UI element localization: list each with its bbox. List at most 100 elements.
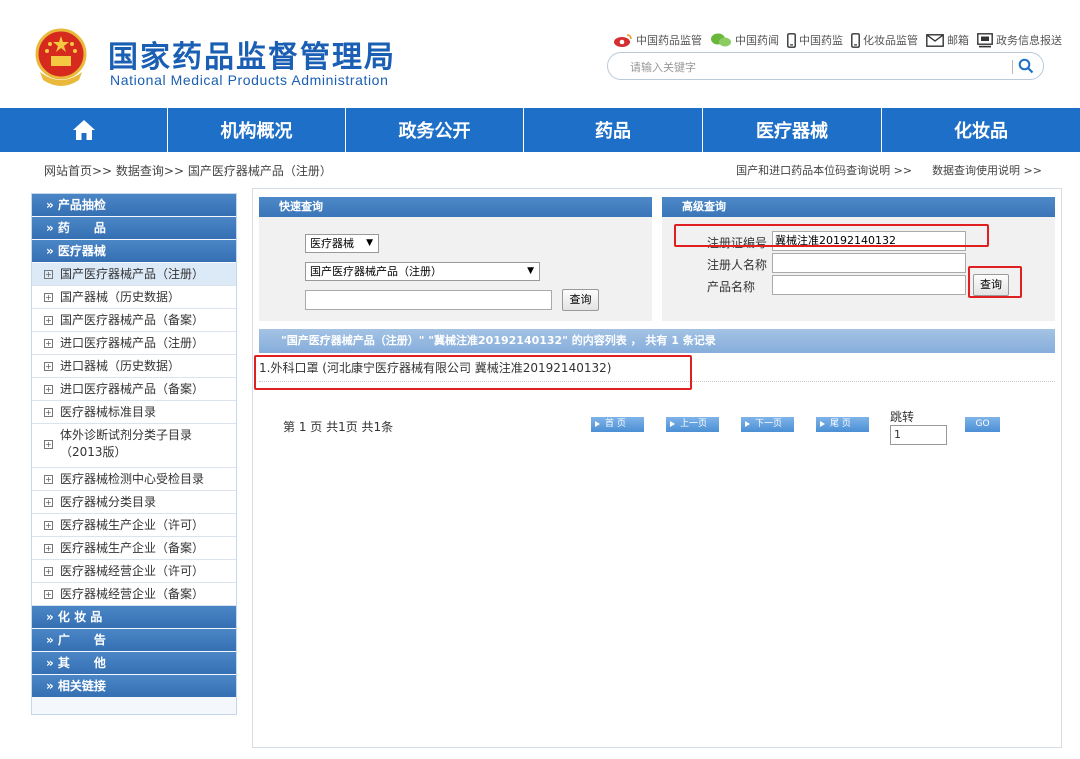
- top-link-mobile-2[interactable]: 化妆品监管: [851, 32, 918, 48]
- home-icon: [72, 120, 95, 140]
- sidebar-item-dist-filed[interactable]: + 医疗器械经营企业（备案）: [32, 583, 236, 606]
- plus-box-icon: +: [44, 567, 53, 576]
- registrant-label: 注册人名称: [707, 258, 768, 272]
- plus-box-icon: +: [44, 270, 53, 279]
- sidebar-item-label: 进口器械（历史数据）: [60, 359, 181, 373]
- category-select[interactable]: 医疗器械 ▼: [305, 234, 379, 253]
- sidebar-item-label: 国产医疗器械产品（注册）: [60, 267, 205, 281]
- highlight-search-button: [968, 266, 1022, 298]
- sidebar-item-label: 进口医疗器械产品（注册）: [60, 336, 205, 350]
- jump-page-input[interactable]: 1: [890, 425, 947, 445]
- site-header: 国家药品监督管理局 National Medical Products Admi…: [0, 0, 1080, 108]
- sidebar-item-domestic-history[interactable]: + 国产器械（历史数据）: [32, 286, 236, 309]
- data-query-help-link[interactable]: 数据查询使用说明 >>: [932, 162, 1042, 178]
- search-divider: [1012, 60, 1013, 74]
- sidebar-item-domestic-registered[interactable]: + 国产医疗器械产品（注册）: [32, 263, 236, 286]
- plus-box-icon: +: [44, 475, 53, 484]
- top-link-weibo[interactable]: 中国药品监管: [613, 32, 702, 48]
- sidebar-cat-links[interactable]: » 相关链接: [32, 675, 236, 697]
- top-link-mobile-1[interactable]: 中国药监: [787, 32, 843, 48]
- ndc-query-help-link[interactable]: 国产和进口药品本位码查询说明 >>: [736, 162, 912, 178]
- sidebar-item-import-history[interactable]: + 进口器械（历史数据）: [32, 355, 236, 378]
- breadcrumb[interactable]: 网站首页>> 数据查询>> 国产医疗器械产品（注册）: [44, 162, 332, 179]
- first-page-button[interactable]: 首 页: [591, 417, 644, 432]
- plus-box-icon: +: [44, 590, 53, 599]
- mail-icon: [926, 33, 944, 47]
- advanced-search-panel: 高级查询 注册证编号 冀械注准20192140132 注册人名称 产品名称 查询: [662, 197, 1055, 321]
- quick-search-input[interactable]: [305, 290, 552, 310]
- nav-item-gov-affairs[interactable]: 政务公开: [346, 108, 524, 152]
- top-link-wechat[interactable]: 中国药闻: [710, 32, 779, 48]
- national-emblem-icon[interactable]: [30, 26, 92, 88]
- site-search: [607, 52, 1044, 80]
- dropdown-arrow-icon: ▼: [527, 266, 534, 276]
- sidebar-item-mfr-filed[interactable]: + 医疗器械生产企业（备案）: [32, 537, 236, 560]
- sidebar-item-standards[interactable]: + 医疗器械标准目录: [32, 401, 236, 424]
- sidebar-item-import-registered[interactable]: + 进口医疗器械产品（注册）: [32, 332, 236, 355]
- sidebar-item-domestic-filed[interactable]: + 国产医疗器械产品（备案）: [32, 309, 236, 332]
- top-link-mail[interactable]: 邮箱: [926, 32, 969, 48]
- top-link-label: 中国药品监管: [636, 34, 702, 47]
- top-link-report[interactable]: 政务信息报送: [977, 32, 1062, 48]
- sidebar-item-import-filed[interactable]: + 进口医疗器械产品（备案）: [32, 378, 236, 401]
- nav-item-about[interactable]: 机构概况: [168, 108, 346, 152]
- sidebar: » 产品抽检 » 药 品 » 医疗器械 + 国产医疗器械产品（注册） + 国产器械（…: [31, 193, 237, 715]
- top-link-label: 化妆品监管: [863, 34, 918, 47]
- breadcrumb-links: 国产和进口药品本位码查询说明 >> 数据查询使用说明 >>: [736, 162, 1042, 178]
- sidebar-item-classification[interactable]: + 医疗器械分类目录: [32, 491, 236, 514]
- sidebar-item-ivd-catalog[interactable]: + 体外诊断试剂分类子目录（2013版）: [32, 424, 236, 468]
- advanced-search-title: 高级查询: [662, 197, 1055, 217]
- dropdown-arrow-icon: ▼: [366, 238, 373, 248]
- sidebar-item-label: 医疗器械检测中心受检目录: [60, 472, 205, 486]
- last-page-button[interactable]: 尾 页: [816, 417, 869, 432]
- mobile-icon: [851, 32, 860, 48]
- sidebar-cat-ads[interactable]: » 广 告: [32, 629, 236, 651]
- sidebar-item-label: 医疗器械经营企业（许可）: [60, 564, 205, 578]
- site-subtitle: National Medical Products Administration: [110, 72, 389, 88]
- jump-label: 跳转: [890, 410, 915, 424]
- sidebar-item-test-center[interactable]: + 医疗器械检测中心受检目录: [32, 468, 236, 491]
- results-header: "国产医疗器械产品（注册）" "冀械注准20192140132" 的内容列表 ，…: [259, 329, 1055, 353]
- sidebar-item-label: 医疗器械经营企业（备案）: [60, 587, 205, 601]
- nav-item-drugs[interactable]: 药品: [524, 108, 703, 152]
- plus-box-icon: +: [44, 521, 53, 530]
- site-title: 国家药品监督管理局: [108, 40, 396, 75]
- sidebar-cat-drugs[interactable]: » 药 品: [32, 217, 236, 239]
- nav-item-devices[interactable]: 医疗器械: [703, 108, 882, 152]
- prev-page-button[interactable]: 上一页: [666, 417, 719, 432]
- sidebar-cat-devices[interactable]: » 医疗器械: [32, 240, 236, 262]
- plus-box-icon: +: [44, 293, 53, 302]
- sidebar-cat-cosmetics[interactable]: » 化 妆 品: [32, 606, 236, 628]
- sidebar-item-label: 医疗器械标准目录: [60, 405, 157, 419]
- product-name-input[interactable]: [772, 275, 966, 295]
- top-link-label: 政务信息报送: [996, 34, 1062, 47]
- nav-item-cosmetics[interactable]: 化妆品: [882, 108, 1080, 152]
- search-icon[interactable]: [1018, 58, 1034, 74]
- weibo-icon: [614, 34, 632, 47]
- quick-search-panel: 快速查询 医疗器械 ▼ 国产医疗器械产品（注册） ▼ 查询: [259, 197, 652, 321]
- sidebar-item-mfr-license[interactable]: + 医疗器械生产企业（许可）: [32, 514, 236, 537]
- registrant-input[interactable]: [772, 253, 966, 273]
- sidebar-cat-other[interactable]: » 其 他: [32, 652, 236, 674]
- sidebar-item-label: 医疗器械生产企业（许可）: [60, 518, 205, 532]
- sidebar-item-dist-license[interactable]: + 医疗器械经营企业（许可）: [32, 560, 236, 583]
- nav-home[interactable]: [0, 108, 168, 152]
- quick-search-button[interactable]: 查询: [562, 289, 599, 311]
- mobile-icon: [787, 32, 796, 48]
- top-link-label: 中国药闻: [735, 34, 779, 47]
- highlight-result-row: [254, 355, 692, 390]
- quick-search-title: 快速查询: [259, 197, 652, 217]
- plus-box-icon: +: [44, 440, 53, 449]
- sidebar-item-label: 国产器械（历史数据）: [60, 290, 181, 304]
- top-link-label: 邮箱: [947, 34, 969, 47]
- top-links: 中国药品监管 中国药闻 中国药监 化妆品监管 邮箱 政务信息报送: [613, 32, 1062, 48]
- database-select[interactable]: 国产医疗器械产品（注册） ▼: [305, 262, 540, 281]
- next-page-button[interactable]: 下一页: [741, 417, 794, 432]
- plus-box-icon: +: [44, 339, 53, 348]
- go-button[interactable]: GO: [965, 417, 1000, 432]
- sidebar-item-label: 体外诊断试剂分类子目录（2013版）: [60, 428, 193, 459]
- sidebar-cat-sampling[interactable]: » 产品抽检: [32, 194, 236, 216]
- sidebar-item-label: 医疗器械生产企业（备案）: [60, 541, 205, 555]
- search-input[interactable]: [630, 57, 1000, 77]
- category-select-value: 医疗器械: [310, 237, 354, 250]
